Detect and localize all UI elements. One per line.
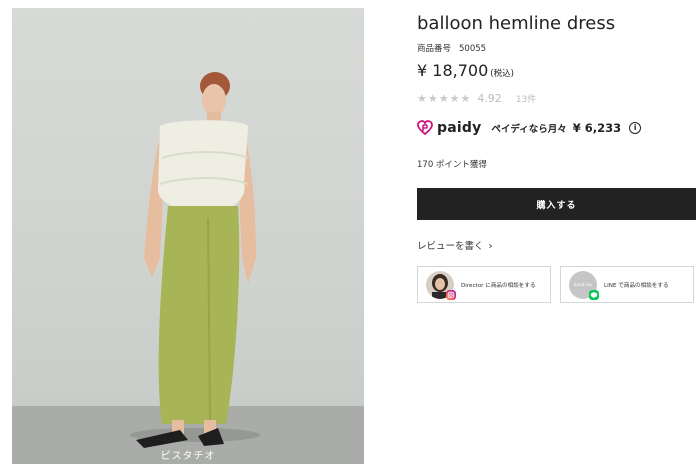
points-earned: 170 ポイント獲得 xyxy=(417,160,487,170)
buy-button[interactable]: 購入する xyxy=(417,188,696,220)
paidy-logo-icon xyxy=(417,120,433,136)
write-review-label: レビューを書く xyxy=(417,241,484,252)
chevron-right-icon: › xyxy=(488,241,493,252)
line-consult-label: LINE で商品の相談をする xyxy=(604,282,669,289)
paidy-logo-text: paidy xyxy=(437,120,482,136)
rating-score: 4.92 xyxy=(477,92,502,105)
line-avatar: dasbrau xyxy=(569,270,599,300)
product-image[interactable]: ピスタチオ xyxy=(12,8,364,464)
review-count[interactable]: 13件 xyxy=(516,95,536,105)
paidy-logo: paidy xyxy=(417,120,481,136)
write-review-link[interactable]: レビューを書く › xyxy=(417,238,493,252)
rating[interactable]: ★★★★★ 4.92 13件 xyxy=(417,92,536,105)
paidy-installment: paidy ペイディなら月々 ¥ 6,233 i xyxy=(417,118,642,138)
rating-stars-icon: ★★★★★ xyxy=(417,92,472,105)
product-title: balloon hemline dress xyxy=(417,13,616,34)
instagram-icon xyxy=(446,289,456,300)
model-illustration xyxy=(136,72,256,448)
paidy-monthly-label: ペイディなら月々 xyxy=(491,124,567,135)
product-number-value: 50055 xyxy=(459,44,487,54)
line-icon xyxy=(589,289,599,300)
director-consult-label: Director に商品の相談をする xyxy=(461,282,536,289)
info-icon[interactable]: i xyxy=(629,122,642,134)
director-consult-card[interactable]: Director に商品の相談をする xyxy=(417,266,551,303)
tax-note: (税込) xyxy=(490,69,514,79)
product-price: ¥ 18,700 (税込) xyxy=(417,61,514,80)
product-number-label: 商品番号 xyxy=(417,44,452,54)
line-account-logo-text: dasbrau xyxy=(573,282,593,287)
paidy-monthly-price: ¥ 6,233 xyxy=(572,121,622,135)
product-number: 商品番号 50055 xyxy=(417,42,486,54)
photo-caption: ピスタチオ xyxy=(160,451,216,462)
director-avatar xyxy=(426,270,456,300)
price-value: ¥ 18,700 xyxy=(417,61,489,80)
line-consult-card[interactable]: dasbrau LINE で商品の相談をする xyxy=(560,266,694,303)
